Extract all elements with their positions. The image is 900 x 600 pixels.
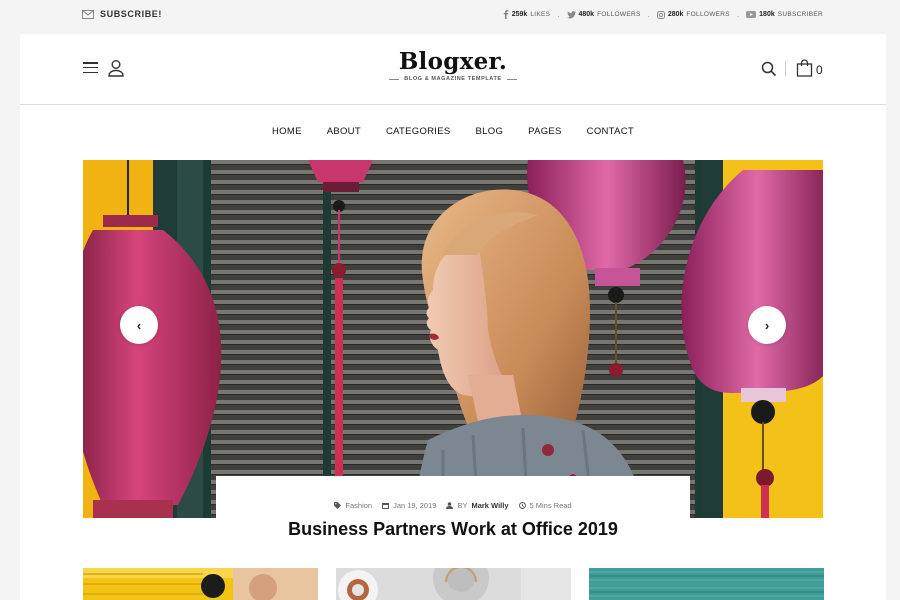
- twitter-icon: [566, 10, 576, 18]
- facebook-icon: [503, 10, 509, 19]
- tag-icon: [334, 502, 342, 509]
- subscribe-label: SUBSCRIBE!: [100, 9, 163, 19]
- nav-blog[interactable]: BLOG: [463, 126, 516, 137]
- hero-photo: [83, 160, 823, 518]
- post-thumbnail-3[interactable]: [589, 568, 824, 600]
- youtube-count: 180k: [759, 11, 775, 18]
- envelope-icon: [82, 9, 94, 19]
- youtube-icon: [746, 11, 757, 18]
- youtube-label: SUBSCRIBER: [777, 11, 823, 18]
- post-thumbnail-2[interactable]: [336, 568, 571, 600]
- separator: .: [647, 10, 650, 19]
- slider-prev-button[interactable]: ‹: [120, 306, 158, 344]
- author-name: Mark Willy: [471, 501, 509, 510]
- hero-post-title[interactable]: Business Partners Work at Office 2019: [216, 519, 690, 540]
- shopping-bag-icon[interactable]: [796, 59, 813, 77]
- nav-categories[interactable]: CATEGORIES: [373, 126, 463, 137]
- instagram-icon: [656, 10, 665, 19]
- header-divider: [785, 61, 786, 76]
- post-meta: Fashion Jan 19, 2019 BY Mark Willy 5 Min…: [216, 501, 690, 510]
- instagram-count: 280k: [667, 11, 684, 18]
- twitter-label: FOLLOWERS: [597, 11, 641, 18]
- post-thumbnail-1[interactable]: [83, 568, 318, 600]
- thumbnail-image: [589, 568, 824, 600]
- user-small-icon: [446, 502, 454, 509]
- nav-contact[interactable]: CONTACT: [574, 126, 646, 137]
- thumbnail-image: [83, 568, 318, 600]
- social-instagram[interactable]: 280k FOLLOWERS: [656, 10, 730, 19]
- page-container: Blogxer. BLOG & MAGAZINE TEMPLATE 0 HOME…: [20, 34, 886, 600]
- post-read-time: 5 Mins Read: [518, 501, 572, 510]
- site-logo[interactable]: Blogxer. BLOG & MAGAZINE TEMPLATE: [20, 48, 886, 82]
- calendar-icon: [382, 503, 390, 509]
- cart-count: 0: [816, 63, 823, 77]
- facebook-count: 259k: [511, 11, 528, 18]
- hero-slider-image[interactable]: [83, 160, 823, 518]
- category-label: Fashion: [345, 501, 373, 510]
- top-bar: SUBSCRIBE! 259k LIKES . 480k FOLLOWERS .…: [0, 0, 900, 33]
- clock-icon: [518, 502, 526, 509]
- nav-home[interactable]: HOME: [260, 126, 315, 137]
- chevron-right-icon: ›: [764, 317, 770, 333]
- twitter-count: 480k: [578, 11, 595, 18]
- subscribe-link[interactable]: SUBSCRIBE!: [82, 9, 162, 19]
- social-youtube[interactable]: 180k SUBSCRIBER: [746, 11, 823, 18]
- facebook-label: LIKES: [530, 11, 551, 18]
- post-category[interactable]: Fashion: [334, 501, 372, 510]
- main-nav: HOME ABOUT CATEGORIES BLOG PAGES CONTACT: [20, 126, 886, 137]
- social-counters: 259k LIKES . 480k FOLLOWERS . 280k FOLLO…: [503, 10, 823, 19]
- thumbnail-image: [336, 568, 571, 600]
- post-date: Jan 19, 2019: [382, 501, 436, 510]
- separator: .: [736, 10, 740, 19]
- social-twitter[interactable]: 480k FOLLOWERS: [566, 10, 641, 19]
- chevron-left-icon: ‹: [136, 317, 142, 333]
- nav-pages[interactable]: PAGES: [516, 126, 575, 137]
- nav-about[interactable]: ABOUT: [314, 126, 373, 137]
- search-icon[interactable]: [761, 61, 777, 77]
- slider-next-button[interactable]: ›: [748, 306, 786, 344]
- social-facebook[interactable]: 259k LIKES: [503, 10, 551, 19]
- by-label: BY: [457, 501, 468, 510]
- site-header: Blogxer. BLOG & MAGAZINE TEMPLATE 0: [20, 34, 886, 105]
- hero-caption-card: Fashion Jan 19, 2019 BY Mark Willy 5 Min…: [216, 476, 690, 551]
- instagram-label: FOLLOWERS: [686, 11, 730, 18]
- separator: .: [557, 10, 560, 19]
- tagline-text: BLOG & MAGAZINE TEMPLATE: [404, 76, 502, 82]
- logo-text: Blogxer.: [398, 48, 508, 75]
- date-label: Jan 19, 2019: [393, 501, 437, 510]
- read-time-label: 5 Mins Read: [529, 501, 572, 510]
- post-author[interactable]: BY Mark Willy: [446, 501, 509, 510]
- logo-tagline: BLOG & MAGAZINE TEMPLATE: [20, 76, 886, 82]
